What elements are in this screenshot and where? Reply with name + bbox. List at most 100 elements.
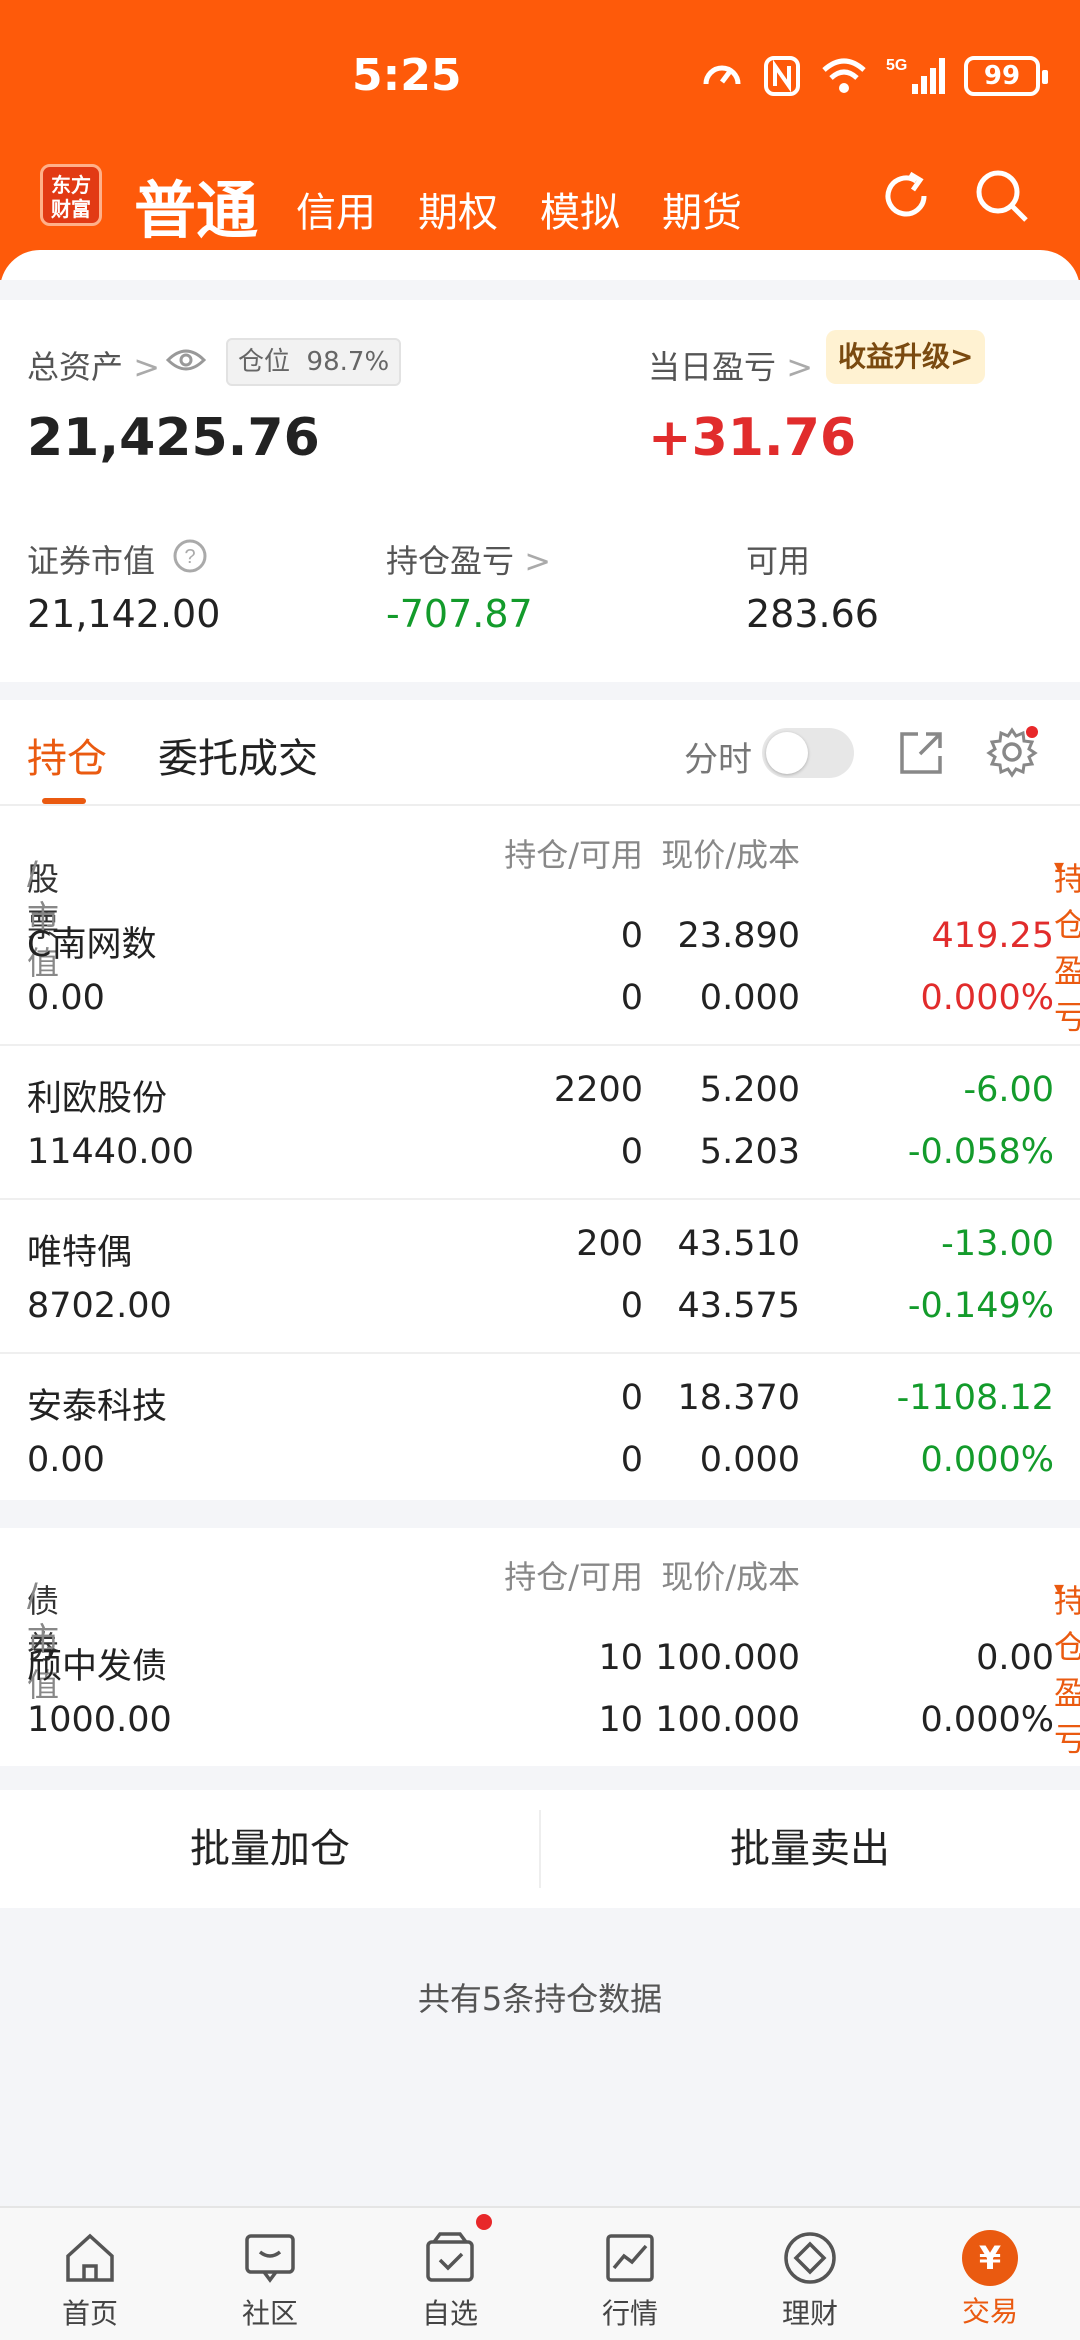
positions-tabs: 持仓 委托成交 分时: [0, 700, 1080, 806]
security-name: C南网数: [27, 925, 157, 965]
nav-label: 自选: [421, 2297, 478, 2330]
upgrade-button[interactable]: 收益升级>: [826, 330, 986, 384]
batch-add-button[interactable]: 批量加仓: [0, 1790, 540, 1908]
market-value: 1000.00: [27, 1700, 172, 1740]
tab-simulation[interactable]: 模拟: [540, 180, 620, 238]
nav-label: 理财: [781, 2297, 838, 2330]
total-assets-text: 总资产: [27, 348, 124, 386]
nav-label: 首页: [61, 2297, 118, 2330]
cost-price: 43.575: [677, 1286, 800, 1326]
holding-qty: 0: [620, 916, 643, 956]
market-value: 0.00: [27, 1440, 105, 1480]
tab-options[interactable]: 期权: [418, 180, 498, 238]
cost-price: 0.000: [699, 1440, 800, 1480]
table-row[interactable]: C南网数 0.00 0 0 23.890 0.000 419.25 0.000%: [0, 892, 1080, 1046]
tab-futures[interactable]: 期货: [662, 180, 742, 238]
table-row[interactable]: 颀中发债 1000.00 10 10 100.000 100.000 0.00 0.000%: [0, 1614, 1080, 1768]
total-assets-label[interactable]: 总资产 >: [27, 342, 160, 388]
eye-icon[interactable]: [166, 346, 206, 374]
tab-holdings[interactable]: 持仓: [27, 726, 107, 784]
positions-panel: 持仓 委托成交 分时 股票/市值 持仓/可用 现价/成本 持仓盈亏 ▾ C南网数 0…: [0, 700, 1080, 1500]
security-name: 安泰科技: [27, 1387, 168, 1427]
holding-pl: -13.00: [941, 1224, 1054, 1264]
cellular-5g-icon: 5G: [886, 57, 945, 94]
market-value: 0.00: [27, 978, 105, 1018]
wifi-icon: [822, 58, 866, 93]
batch-sell-button[interactable]: 批量卖出: [540, 1790, 1080, 1908]
available-qty: 0: [620, 1440, 643, 1480]
battery-icon: 99: [964, 56, 1048, 96]
nav-label: 行情: [601, 2297, 658, 2330]
bottom-nav: 首页 社区 自选 行情 理财 ¥ 交易: [0, 2206, 1080, 2340]
sort-down-icon: ▾: [1054, 854, 1065, 878]
holding-qty: 0: [620, 1378, 643, 1418]
chevron-right-icon: >: [524, 542, 551, 580]
nav-trade[interactable]: ¥ 交易: [930, 2228, 1050, 2330]
security-name: 唯特偶: [27, 1233, 133, 1273]
nav-watchlist[interactable]: 自选: [390, 2228, 510, 2332]
cost-price: 0.000: [699, 978, 800, 1018]
nav-label: 交易: [961, 2295, 1018, 2328]
active-tab-indicator: [42, 798, 86, 804]
holding-pl-label[interactable]: 持仓盈亏 >: [386, 536, 551, 582]
market-value-label: 证券市值: [27, 542, 156, 580]
holding-pl-pct: -0.058%: [907, 1132, 1054, 1172]
holding-pl-value: -707.87: [386, 592, 533, 636]
community-icon: [245, 2234, 295, 2283]
toggle-knob: [766, 732, 808, 774]
batch-actions: 批量加仓 批量卖出: [0, 1790, 1080, 1908]
holding-qty: 2200: [553, 1070, 643, 1110]
speed-icon: [703, 65, 741, 85]
settings-badge-dot: [1026, 726, 1038, 738]
security-name: 颀中发债: [27, 1647, 168, 1687]
holding-pl: 0.00: [976, 1638, 1054, 1678]
position-ratio-value: 98.7%: [306, 347, 390, 377]
market-icon: [606, 2234, 654, 2282]
table-row[interactable]: 唯特偶 8702.00 200 0 43.510 43.575 -13.00 -0.149%: [0, 1200, 1080, 1354]
cost-price: 100.000: [655, 1700, 800, 1740]
brand-logo-line1: 东方: [51, 173, 91, 197]
holding-pl-pct: 0.000%: [920, 978, 1054, 1018]
nfc-icon: [764, 56, 800, 96]
daily-pl-text: 当日盈亏: [648, 348, 777, 386]
svg-text:?: ?: [184, 546, 195, 568]
available-qty: 0: [620, 1286, 643, 1326]
watchlist-badge-dot: [476, 2214, 492, 2230]
status-time: 5:25: [352, 50, 462, 101]
status-bar: 5:25 5G 99: [0, 40, 1080, 120]
trade-icon: ¥: [962, 2230, 1018, 2286]
table-row[interactable]: 安泰科技 0.00 0 0 18.370 0.000 -1108.12 0.000%: [0, 1354, 1080, 1508]
tab-normal[interactable]: 普通: [134, 160, 258, 250]
timeshare-label: 分时: [684, 740, 752, 780]
nav-wealth[interactable]: 理财: [750, 2228, 870, 2332]
security-name: 利欧股份: [27, 1079, 168, 1119]
watchlist-icon: [426, 2232, 474, 2282]
brand-logo-line2: 财富: [51, 197, 91, 221]
available-label: 可用: [746, 542, 811, 580]
available-value: 283.66: [746, 592, 879, 636]
available-qty: 10: [598, 1700, 643, 1740]
stock-table-header: 股票/市值 持仓/可用 现价/成本 持仓盈亏 ▾: [0, 806, 1080, 1036]
cost-price: 5.203: [699, 1132, 800, 1172]
chevron-right-icon: >: [786, 348, 813, 386]
market-value: 21,142.00: [27, 592, 221, 636]
account-type-nav: 东方 财富 普通 信用 期权 模拟 期货: [0, 158, 1080, 247]
daily-pl-label[interactable]: 当日盈亏 >: [648, 342, 813, 388]
table-row[interactable]: 利欧股份 11440.00 2200 0 5.200 5.203 -6.00 -0.058%: [0, 1046, 1080, 1200]
nav-home[interactable]: 首页: [30, 2228, 150, 2332]
tab-credit[interactable]: 信用: [296, 180, 376, 238]
timeshare-toggle[interactable]: [762, 728, 854, 778]
current-price: 5.200: [699, 1070, 800, 1110]
sort-down-icon: ▾: [1054, 1576, 1065, 1600]
nav-community[interactable]: 社区: [210, 2228, 330, 2332]
refresh-icon[interactable]: [876, 166, 936, 226]
bond-col-qty: 持仓/可用: [504, 1558, 643, 1596]
share-icon[interactable]: [896, 726, 948, 778]
help-icon[interactable]: ?: [172, 538, 208, 574]
holding-qty: 10: [598, 1638, 643, 1678]
available-qty: 0: [620, 1132, 643, 1172]
wealth-icon: [784, 2232, 836, 2284]
search-icon[interactable]: [972, 166, 1032, 226]
tab-orders[interactable]: 委托成交: [158, 726, 318, 784]
nav-market[interactable]: 行情: [570, 2228, 690, 2332]
